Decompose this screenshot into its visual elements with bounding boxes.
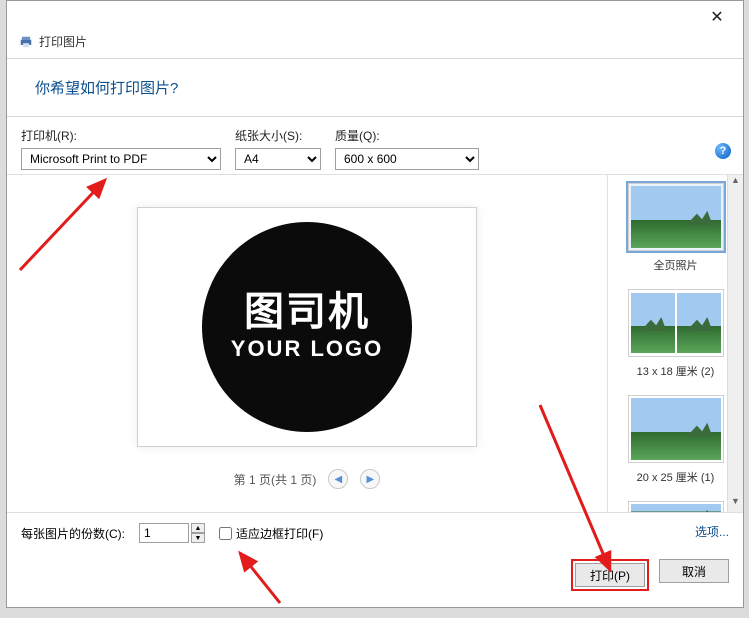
paper-label: 纸张大小(S): [235, 127, 321, 144]
layout-item-full-page[interactable]: 全页照片 [614, 183, 737, 273]
layout-scrollbar[interactable]: ▲▼ [727, 175, 743, 512]
copies-input[interactable] [139, 523, 189, 543]
bottom-bar: 每张图片的份数(C): ▲ ▼ 适应边框打印(F) 选项... [7, 512, 743, 553]
printer-label: 打印机(R): [21, 127, 221, 144]
subtitle-row: 打印图片 [7, 33, 743, 58]
print-button[interactable]: 打印(P) [575, 563, 645, 587]
body-area: 图司机 YOUR LOGO 第 1 页(共 1 页) ◀ ▶ 全页照片 13 x… [7, 174, 743, 512]
printer-icon [19, 35, 33, 49]
header: 你希望如何打印图片? [7, 58, 743, 117]
quality-select[interactable]: 600 x 600 [335, 148, 479, 170]
next-page-button[interactable]: ▶ [360, 469, 380, 489]
button-row: 打印(P) 取消 [7, 553, 743, 603]
close-button[interactable]: ✕ [695, 3, 739, 31]
paper-size-select[interactable]: A4 [235, 148, 321, 170]
layout-label: 13 x 18 厘米 (2) [614, 363, 737, 379]
copies-label: 每张图片的份数(C): [21, 525, 125, 542]
layout-item-13x18[interactable]: 13 x 18 厘米 (2) [614, 289, 737, 379]
preview-page: 图司机 YOUR LOGO [137, 207, 477, 447]
layout-item-more[interactable] [614, 501, 737, 512]
preview-pane: 图司机 YOUR LOGO 第 1 页(共 1 页) ◀ ▶ [7, 175, 607, 512]
cancel-button[interactable]: 取消 [659, 559, 729, 583]
layout-pane[interactable]: 全页照片 13 x 18 厘米 (2) 20 x 25 厘米 (1) ▲▼ [607, 175, 743, 512]
layout-label: 全页照片 [614, 257, 737, 273]
options-row: 打印机(R): Microsoft Print to PDF 纸张大小(S): … [7, 117, 743, 174]
logo-text-en: YOUR LOGO [231, 336, 383, 362]
print-pictures-dialog: ✕ 打印图片 你希望如何打印图片? 打印机(R): Microsoft Prin… [6, 0, 744, 608]
subtitle-text: 打印图片 [39, 33, 87, 50]
header-title: 你希望如何打印图片? [35, 77, 715, 98]
copies-down-button[interactable]: ▼ [191, 533, 205, 543]
preview-logo: 图司机 YOUR LOGO [202, 222, 412, 432]
fit-frame-checkbox[interactable] [219, 527, 232, 540]
layout-item-20x25[interactable]: 20 x 25 厘米 (1) [614, 395, 737, 485]
options-link[interactable]: 选项... [695, 523, 729, 540]
annotation-print-highlight: 打印(P) [571, 559, 649, 591]
layout-label: 20 x 25 厘米 (1) [614, 469, 737, 485]
titlebar: ✕ [7, 1, 743, 33]
quality-label: 质量(Q): [335, 127, 479, 144]
pager: 第 1 页(共 1 页) ◀ ▶ [234, 469, 381, 489]
help-icon[interactable]: ? [715, 143, 731, 159]
logo-text-cn: 图司机 [244, 292, 370, 332]
copies-up-button[interactable]: ▲ [191, 523, 205, 533]
printer-select[interactable]: Microsoft Print to PDF [21, 148, 221, 170]
pager-text: 第 1 页(共 1 页) [234, 471, 317, 488]
prev-page-button[interactable]: ◀ [328, 469, 348, 489]
fit-frame-label: 适应边框打印(F) [236, 525, 323, 542]
